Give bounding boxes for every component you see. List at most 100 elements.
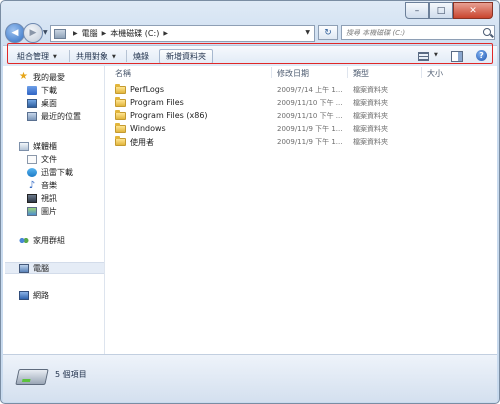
search-icon[interactable] [483,28,491,36]
nav-label: 最近的位置 [41,111,81,121]
file-date: 2009/11/9 下午 1... [277,125,343,133]
network-icon [19,290,29,300]
folder-icon [115,123,126,133]
nav-label: 電腦 [33,263,49,273]
nav-desktop[interactable]: 桌面 [27,97,57,109]
preview-pane-icon[interactable] [451,51,463,62]
table-row[interactable]: Program Files 2009/11/10 下午 ... 檔案資料夾 [105,97,497,110]
breadcrumb-computer[interactable]: 電腦 [82,28,98,39]
pictures-icon [27,206,37,216]
forward-arrow-icon: ▶ [29,28,37,38]
navigation-pane: ★ 我的最愛 下載 桌面 最近的位置 媒體櫃 文件 迅雷下載 ♪ 音樂 視訊 圖片 … [3,66,105,354]
minimize-button[interactable]: – [405,2,429,19]
organize-button[interactable]: 組合管理 ▼ [17,50,57,63]
table-row[interactable]: Program Files (x86) 2009/11/10 下午 ... 檔案… [105,110,497,123]
column-header-date[interactable]: 修改日期 [277,68,309,79]
column-divider[interactable] [347,67,348,78]
nav-pictures[interactable]: 圖片 [27,205,57,217]
nav-label: 桌面 [41,98,57,108]
libraries-icon [19,141,29,151]
nav-homegroup[interactable]: 家用群組 [19,234,65,246]
refresh-icon: ↻ [324,27,332,38]
views-dropdown-icon[interactable]: ▼ [434,52,438,58]
file-date: 2009/11/9 下午 1... [277,138,343,146]
toolbar-divider [69,50,70,62]
refresh-button[interactable]: ↻ [318,25,338,40]
nav-network[interactable]: 網路 [19,289,49,301]
column-divider[interactable] [271,67,272,78]
window-controls: – □ ✕ [405,2,493,19]
nav-label: 網路 [33,290,49,300]
command-toolbar: 組合管理 ▼ 共用對象 ▼ 燒錄 新增資料夾 ▼ ? [3,45,497,67]
folder-icon [115,97,126,107]
navigation-row: ◀ ▶ ▼ ▶ 電腦 ▶ 本機磁碟 (C:) ▶ ▼ ↻ [1,21,499,45]
nav-documents[interactable]: 文件 [27,153,57,165]
homegroup-icon [19,235,29,245]
nav-libraries[interactable]: 媒體櫃 [19,140,57,152]
folder-icon [115,110,126,120]
recent-pages-dropdown[interactable]: ▼ [43,29,48,36]
nav-downloads[interactable]: 下載 [27,84,57,96]
close-button[interactable]: ✕ [453,2,493,19]
breadcrumb-chevron-icon[interactable]: ▶ [163,30,168,37]
documents-icon [27,154,37,164]
nav-favorites[interactable]: ★ 我的最愛 [19,71,65,83]
back-arrow-icon: ◀ [11,28,19,38]
table-row[interactable]: Windows 2009/11/9 下午 1... 檔案資料夾 [105,123,497,136]
breadcrumb-local-disk[interactable]: 本機磁碟 (C:) [110,28,159,39]
search-input[interactable] [342,26,476,39]
file-list: 名稱 修改日期 類型 大小 PerfLogs 2009/7/14 上午 1...… [105,66,497,354]
forward-button[interactable]: ▶ [23,23,43,43]
burn-button[interactable]: 燒錄 [133,50,149,63]
folder-icon [115,84,126,94]
nav-label: 家用群組 [33,235,65,245]
back-button[interactable]: ◀ [5,23,25,43]
file-date: 2009/7/14 上午 1... [277,86,343,94]
table-row[interactable]: PerfLogs 2009/7/14 上午 1... 檔案資料夾 [105,84,497,97]
nav-recent-places[interactable]: 最近的位置 [27,110,81,122]
music-note-icon: ♪ [28,179,36,191]
desktop-icon [27,98,37,108]
search-box[interactable] [341,25,495,40]
column-header-type[interactable]: 類型 [353,68,369,79]
help-icon[interactable]: ? [476,50,487,61]
nav-label: 下載 [41,85,57,95]
thunder-download-icon [27,167,37,177]
address-dropdown-icon[interactable]: ▼ [305,29,310,36]
explorer-window: – □ ✕ ◀ ▶ ▼ ▶ 電腦 ▶ 本機磁碟 (C:) ▶ ▼ ↻ 組合管理 ▼… [0,0,500,404]
star-icon: ★ [19,71,28,82]
nav-label: 媒體櫃 [33,141,57,151]
column-header-name[interactable]: 名稱 [115,68,131,79]
item-count: 5 個項目 [55,370,87,379]
computer-icon [54,28,66,39]
views-icon[interactable] [418,52,429,61]
maximize-button[interactable]: □ [429,2,453,19]
status-bar: 5 個項目 [3,354,497,402]
nav-music[interactable]: ♪ 音樂 [27,179,57,191]
new-folder-button[interactable]: 新增資料夾 [159,49,213,64]
column-divider[interactable] [421,67,422,78]
file-name: Program Files (x86) [130,111,208,120]
share-with-button[interactable]: 共用對象 ▼ [76,50,116,63]
title-bar: – □ ✕ [1,1,499,21]
nav-thunder-downloads[interactable]: 迅雷下載 [27,166,73,178]
breadcrumb-chevron-icon[interactable]: ▶ [102,30,107,37]
nav-videos[interactable]: 視訊 [27,192,57,204]
file-name: Program Files [130,98,184,107]
table-row[interactable]: 使用者 2009/11/9 下午 1... 檔案資料夾 [105,136,497,149]
recent-places-icon [27,111,37,121]
breadcrumb-chevron-icon[interactable]: ▶ [73,30,78,37]
nav-label: 圖片 [41,206,57,216]
computer-icon [19,263,29,273]
column-header-size[interactable]: 大小 [427,68,443,79]
file-type: 檔案資料夾 [353,112,388,120]
file-date: 2009/11/10 下午 ... [277,112,343,120]
nav-label: 迅雷下載 [41,167,73,177]
nav-computer[interactable]: 電腦 [5,262,104,274]
file-name: 使用者 [130,138,154,147]
address-bar[interactable]: ▶ 電腦 ▶ 本機磁碟 (C:) ▶ ▼ [50,25,315,42]
file-type: 檔案資料夾 [353,138,388,146]
hard-drive-icon [15,369,49,385]
nav-label: 音樂 [41,180,57,190]
file-name: PerfLogs [130,85,165,94]
